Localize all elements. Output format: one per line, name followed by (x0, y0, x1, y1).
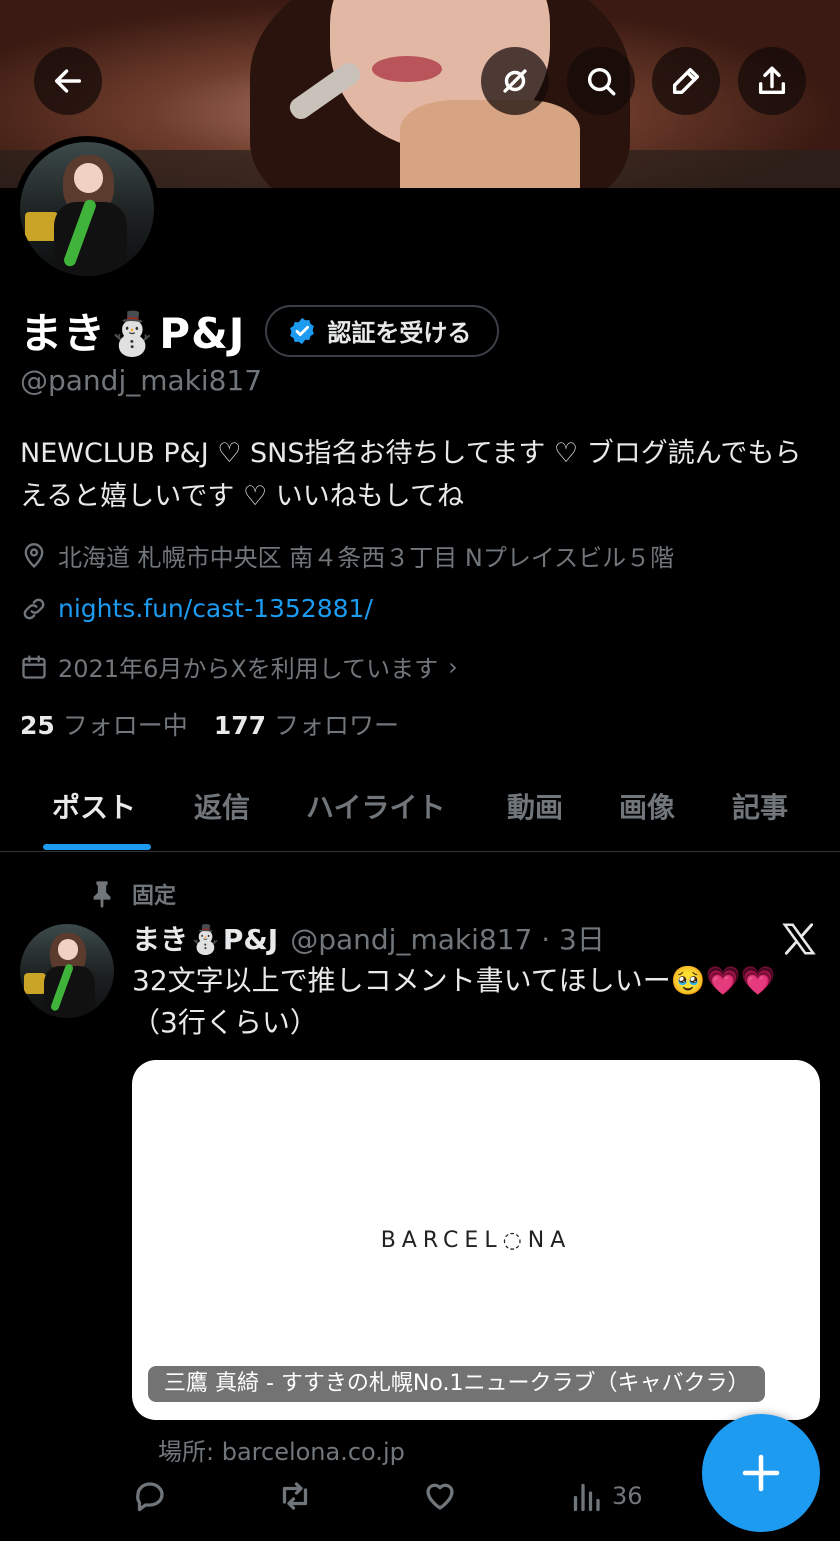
share-icon (758, 66, 786, 95)
location-text: 北海道 札幌市中央区 南４条西３丁目 Nプレイスビル５階 (58, 544, 675, 572)
tab-images[interactable]: 画像 (619, 786, 675, 826)
card-title: 三鷹 真綺 - すすきの札幌No.1ニュークラブ（キャバクラ） (148, 1366, 766, 1402)
search-icon (587, 67, 616, 96)
chevron-right-icon: › (448, 652, 458, 681)
follow-stats: 25 フォロー中 177 フォロワー (20, 706, 425, 742)
pin-icon (93, 881, 111, 908)
banner-lips (372, 56, 442, 82)
following-count: 25 (20, 711, 55, 740)
profile-avatar[interactable] (14, 136, 160, 282)
banner-sweater (400, 100, 580, 188)
tweet-author-meta: @pandj_maki817 · 3日 (290, 923, 605, 956)
reply-button[interactable] (132, 1478, 168, 1514)
tweet-text: 32文字以上で推しコメント書いてほしいー🥹💗💗（3行くらい） (132, 964, 776, 1039)
followers-link[interactable]: 177 フォロワー (214, 706, 399, 742)
profile-bio: NEWCLUB P&J ♡ SNS指名お待ちしてます ♡ ブログ読んでもらえると… (20, 438, 802, 512)
joined-row[interactable]: 2021年6月からXを利用しています › (20, 649, 458, 684)
pencil-icon (672, 67, 700, 95)
profile-handle: @pandj_maki817 (20, 364, 263, 397)
repost-button[interactable] (277, 1478, 313, 1514)
card-logo: BARCEL◌NA (380, 1228, 572, 1253)
location-row: 北海道 札幌市中央区 南４条西３丁目 Nプレイスビル５階 (20, 538, 674, 573)
repost-icon (282, 1482, 308, 1510)
plus-icon (742, 1454, 780, 1492)
mute-button[interactable] (481, 47, 549, 115)
heart-icon (426, 1483, 454, 1510)
tweet-header: まき⛄️P&J @pandj_maki817 · 3日 (132, 918, 605, 958)
display-name: まき⛄️P&J (20, 309, 246, 358)
followers-count: 177 (213, 711, 266, 740)
x-logo-icon[interactable] (780, 920, 818, 958)
get-verified-label: 認証を受ける (327, 319, 472, 347)
arrow-left-icon (54, 69, 82, 93)
tab-posts[interactable]: ポスト (52, 786, 136, 826)
calendar-icon (22, 654, 46, 679)
get-verified-button[interactable]: 認証を受ける (265, 304, 500, 357)
pinned-label-row: 固定 (90, 878, 176, 910)
back-button[interactable] (34, 47, 102, 115)
compose-button[interactable] (702, 1414, 820, 1532)
edit-button[interactable] (652, 47, 720, 115)
pinned-label: 固定 (132, 884, 177, 909)
eye-slash-icon (503, 69, 527, 93)
location-pin-icon (24, 542, 44, 568)
tweet-avatar-image (20, 924, 114, 1018)
verified-badge-icon (290, 317, 315, 344)
search-button[interactable] (567, 47, 635, 115)
following-link[interactable]: 25 フォロー中 (20, 706, 188, 742)
views-count: 36 (612, 1482, 643, 1510)
avatar-image (20, 142, 154, 276)
reply-icon (136, 1482, 164, 1512)
tab-replies[interactable]: 返信 (194, 786, 250, 826)
analytics-icon (573, 1483, 600, 1512)
share-button[interactable] (738, 47, 806, 115)
link-icon (23, 598, 45, 619)
name-row: まき⛄️P&J 認証を受ける (20, 300, 500, 361)
joined-text: 2021年6月からXを利用しています (58, 655, 439, 683)
views-button[interactable]: 36 (568, 1478, 643, 1514)
active-tab-indicator (43, 844, 151, 850)
link-card[interactable]: BARCEL◌NA 三鷹 真綺 - すすきの札幌No.1ニュークラブ（キャバクラ… (132, 1060, 820, 1420)
following-label: フォロー中 (62, 711, 188, 740)
tweet-author-name[interactable]: まき⛄️P&J (132, 918, 278, 958)
like-button[interactable] (422, 1478, 458, 1514)
tab-highlights[interactable]: ハイライト (306, 786, 445, 826)
website-row: nights.fun/cast-1352881/ (20, 594, 373, 623)
tab-articles[interactable]: 記事 (732, 786, 788, 826)
card-source[interactable]: 場所: barcelona.co.jp (158, 1432, 405, 1467)
profile-tabs: ポスト 返信 ハイライト 動画 画像 記事 (0, 768, 840, 852)
followers-label: フォロワー (274, 711, 400, 740)
tweet-avatar[interactable] (20, 924, 114, 1018)
tab-videos[interactable]: 動画 (507, 786, 563, 826)
website-link[interactable]: nights.fun/cast-1352881/ (58, 594, 373, 623)
